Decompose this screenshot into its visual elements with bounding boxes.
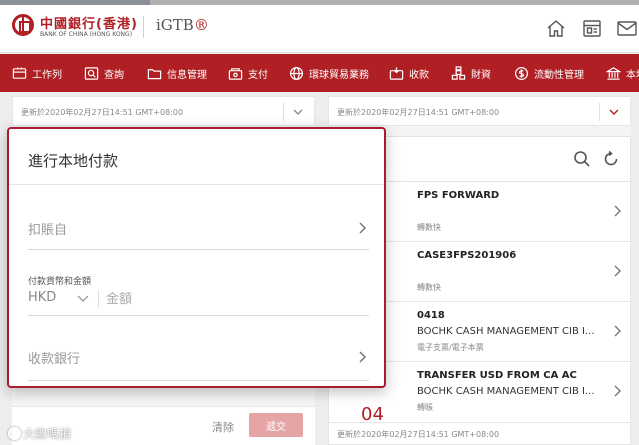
watermark: 大歐嗎損	[8, 425, 71, 442]
nav-item-liquidity[interactable]: 流動性管理	[514, 54, 584, 92]
bank-icon	[606, 66, 621, 80]
refresh-icon[interactable]	[601, 149, 621, 169]
receivable-icon	[389, 66, 404, 80]
submit-button[interactable]: 遞交	[249, 413, 303, 437]
nav-item-label: 本地	[626, 69, 639, 81]
receiving-bank-label: 收款銀行	[28, 352, 81, 367]
registered-mark: ®	[193, 16, 209, 34]
right-footer-bar: 更新於2020年02月27日14:51 GMT+08:00	[328, 422, 631, 445]
item-title: 0418	[417, 310, 445, 321]
nav-item-label: 流動性管理	[534, 69, 584, 81]
logo-divider	[143, 16, 144, 38]
debit-from-label: 扣賬自	[28, 223, 68, 238]
watermark-text: 大歐嗎損	[23, 427, 72, 441]
treasury-icon	[451, 65, 466, 80]
worklist-icon	[12, 66, 27, 79]
item-title: FPS FORWARD	[417, 190, 500, 201]
nav-item-inquiry[interactable]: 查詢	[84, 54, 124, 92]
receiving-bank-field[interactable]: 收款銀行	[28, 316, 369, 381]
chevron-right-icon	[614, 385, 621, 397]
left-update-timestamp: 更新於2020年02月27日14:51 GMT+08:00	[21, 108, 184, 117]
chevron-down-icon[interactable]	[77, 294, 89, 304]
nav-item-receivables[interactable]: 收款	[389, 54, 429, 92]
chevron-down-icon[interactable]	[608, 106, 620, 118]
modal-title: 進行本地付款	[28, 152, 119, 170]
currency-select[interactable]: HKD	[28, 290, 56, 305]
nav-item-label: 工作列	[32, 69, 62, 81]
right-footer-timestamp: 更新於2020年02月27日14:51 GMT+08:00	[337, 430, 500, 439]
chevron-right-icon	[359, 222, 367, 234]
item-title: CASE3FPS201906	[417, 250, 517, 261]
debit-from-field[interactable]: 扣賬自	[28, 192, 369, 250]
clear-button[interactable]: 清除	[212, 419, 234, 435]
amount-divider	[98, 290, 99, 308]
nav-item-label: 信息管理	[167, 69, 207, 81]
calendar-icon[interactable]	[581, 17, 603, 39]
item-account: BOCHK CASH MANAGEMENT CIB I...	[417, 386, 595, 397]
local-payment-modal: 進行本地付款 扣賬自 付款貨幣和金額 HKD 收款銀行	[7, 127, 386, 388]
app-header: 中國銀行(香港) BANK OF CHINA (HONG KONG) iGTB®	[0, 5, 639, 53]
item-type: 轉賬	[417, 403, 433, 412]
nav-item-label: 收款	[409, 69, 429, 81]
nav-item-info-management[interactable]: 信息管理	[147, 54, 207, 92]
search-icon[interactable]	[572, 149, 592, 169]
chevron-down-icon[interactable]	[292, 106, 304, 118]
chevron-right-icon	[614, 205, 621, 217]
mail-icon[interactable]	[616, 17, 638, 39]
nav-item-worklist[interactable]: 工作列	[12, 54, 62, 92]
watermark-icon	[8, 427, 21, 440]
item-type: 電子支票/電子本票	[417, 343, 484, 352]
payment-icon	[228, 67, 243, 80]
chevron-right-icon	[614, 325, 621, 337]
main-nav: 工作列 查詢 信息管理 支付 環球貿易業務 收款 財資 流動性管理 本地	[0, 54, 639, 92]
modal-divider	[9, 184, 384, 185]
item-title: TRANSFER USD FROM CA AC	[417, 370, 577, 381]
product-logo-text: iGTB	[156, 16, 194, 34]
chevron-right-icon	[614, 265, 621, 277]
product-logo: iGTB®	[156, 16, 209, 34]
nav-item-global-trade[interactable]: 環球貿易業務	[289, 54, 369, 92]
currency-amount-group: 付款貨幣和金額 HKD	[28, 274, 369, 316]
left-update-bar[interactable]: 更新於2020年02月27日14:51 GMT+08:00	[12, 96, 315, 126]
nav-item-payment[interactable]: 支付	[228, 54, 268, 92]
brand-name-en: BANK OF CHINA (HONG KONG)	[40, 31, 133, 38]
item-type: 轉數快	[417, 283, 441, 292]
chevron-right-icon	[359, 351, 367, 363]
update-divider	[599, 103, 600, 121]
inquiry-icon	[84, 66, 99, 80]
update-divider	[283, 103, 284, 121]
nav-item-label: 支付	[248, 69, 268, 81]
folder-icon	[147, 68, 162, 79]
globe-icon	[289, 66, 304, 80]
currency-amount-label: 付款貨幣和金額	[28, 277, 92, 287]
nav-item-label: 環球貿易業務	[309, 69, 369, 81]
home-icon[interactable]	[545, 17, 567, 39]
amount-input[interactable]	[106, 288, 306, 310]
item-type: 轉數快	[417, 223, 441, 232]
right-update-bar[interactable]: 更新於2020年02月27日14:51 GMT+08:00	[328, 96, 631, 126]
boc-logo-icon	[12, 14, 34, 36]
nav-item-treasury[interactable]: 財資	[451, 54, 491, 92]
nav-item-label: 查詢	[104, 69, 124, 81]
nav-item-label: 財資	[471, 69, 491, 81]
item-account: BOCHK CASH MANAGEMENT CIB I...	[417, 326, 595, 337]
brand-name-cn: 中國銀行(香港)	[40, 17, 138, 32]
liquidity-icon	[514, 66, 529, 80]
nav-item-local[interactable]: 本地	[606, 54, 639, 92]
right-update-timestamp: 更新於2020年02月27日14:51 GMT+08:00	[337, 108, 500, 117]
